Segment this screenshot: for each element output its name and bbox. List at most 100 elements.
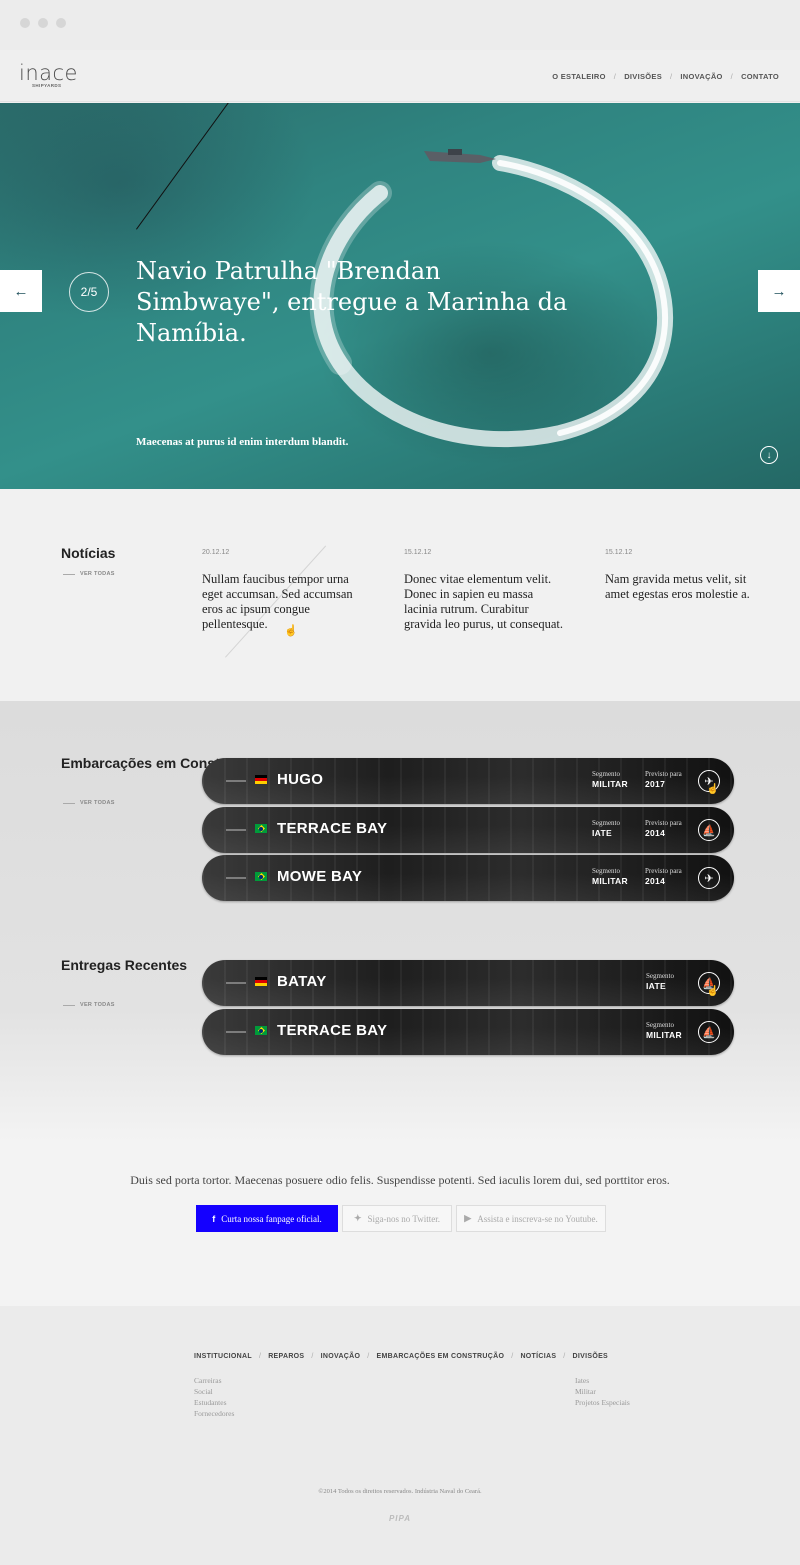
segment-value: IATE bbox=[646, 981, 666, 991]
footer-nav-noticias[interactable]: NOTÍCIAS bbox=[520, 1353, 556, 1360]
main-nav: O ESTALEIRO / DIVISÕES / INOVAÇÃO / CONT… bbox=[552, 72, 779, 81]
footer-nav-institucional[interactable]: INSTITUCIONAL bbox=[194, 1353, 252, 1360]
facebook-button-label: Curta nossa fanpage oficial. bbox=[221, 1213, 322, 1224]
vessel-row-batay[interactable]: BATAY Segmento IATE ⛵ ☝ bbox=[202, 960, 734, 1006]
news-item[interactable]: 15.12.12 Donec vitae elementum velit. Do… bbox=[404, 549, 569, 632]
hand-cursor-icon: ☝ bbox=[706, 986, 719, 997]
footer-link[interactable]: Carreiras bbox=[194, 1375, 234, 1386]
vessel-name: HUGO bbox=[277, 771, 324, 788]
news-title: Notícias bbox=[61, 545, 116, 561]
nav-item-contato[interactable]: CONTATO bbox=[741, 72, 779, 81]
logo[interactable]: inace bbox=[19, 61, 78, 85]
segment-value: MILITAR bbox=[646, 1030, 682, 1040]
vessel-forecast: Previsto para 2017 bbox=[645, 770, 682, 789]
vessel-row-mowe-bay[interactable]: MOWE BAY Segmento MILITAR Previsto para … bbox=[202, 855, 734, 901]
footer-institucional-links: Carreiras Social Estudantes Fornecedores bbox=[194, 1375, 234, 1419]
nav-item-estaleiro[interactable]: O ESTALEIRO bbox=[552, 72, 606, 81]
footer-nav-embarcacoes[interactable]: EMBARCAÇÕES EM CONSTRUÇÃO bbox=[377, 1353, 505, 1360]
news-see-all-link[interactable]: VER TODAS bbox=[63, 571, 115, 577]
news-item[interactable]: 15.12.12 Nam gravida metus velit, sit am… bbox=[605, 549, 770, 602]
next-slide-button[interactable]: → bbox=[758, 270, 800, 312]
news-date: 20.12.12 bbox=[202, 549, 230, 556]
segment-label: Segmento bbox=[592, 867, 620, 875]
news-headline[interactable]: Donec vitae elementum velit. Donec in sa… bbox=[404, 572, 569, 632]
footer-nav-divisoes[interactable]: DIVISÕES bbox=[573, 1353, 608, 1360]
footer-link[interactable]: Estudantes bbox=[194, 1397, 234, 1408]
vessel-detail-button[interactable]: ⛵ bbox=[698, 819, 720, 841]
vessel-dash bbox=[226, 780, 246, 782]
window-minimize-dot[interactable] bbox=[38, 18, 48, 28]
nav-separator: / bbox=[311, 1353, 314, 1360]
forecast-value: 2014 bbox=[645, 876, 666, 886]
copyright-text: ©2014 Todos os direitos reservados. Indú… bbox=[318, 1488, 482, 1495]
prev-slide-button[interactable]: ← bbox=[0, 270, 42, 312]
news-item[interactable]: 20.12.12 Nullam faucibus tempor urna ege… bbox=[202, 549, 367, 632]
segment-value: MILITAR bbox=[592, 876, 628, 886]
construction-see-all-link[interactable]: VER TODAS bbox=[63, 800, 115, 806]
twitter-button-label: Siga-nos no Twitter. bbox=[367, 1213, 440, 1224]
brazil-flag-icon bbox=[255, 872, 267, 881]
vessel-name: MOWE BAY bbox=[277, 868, 363, 885]
credit-logo[interactable]: PIPA bbox=[0, 1514, 800, 1523]
vessel-segment: Segmento MILITAR bbox=[592, 770, 628, 789]
window-close-dot[interactable] bbox=[20, 18, 30, 28]
forecast-label: Previsto para bbox=[645, 867, 682, 875]
deliveries-see-all-link[interactable]: VER TODAS bbox=[63, 1002, 115, 1008]
nav-separator: / bbox=[613, 72, 617, 81]
youtube-icon: ▶ bbox=[464, 1213, 472, 1223]
vessel-dash bbox=[226, 877, 246, 879]
brazil-flag-icon bbox=[255, 824, 267, 833]
nav-separator: / bbox=[367, 1353, 370, 1360]
vessel-segment: Segmento MILITAR bbox=[646, 1021, 682, 1040]
segment-label: Segmento bbox=[646, 1021, 674, 1029]
vessel-segment: Segmento MILITAR bbox=[592, 867, 628, 886]
vessel-detail-button[interactable]: ⛵ bbox=[698, 1021, 720, 1043]
news-headline[interactable]: Nam gravida metus velit, sit amet egesta… bbox=[605, 572, 770, 602]
vessel-name: TERRACE BAY bbox=[277, 820, 388, 837]
nav-separator: / bbox=[511, 1353, 514, 1360]
nav-item-divisoes[interactable]: DIVISÕES bbox=[624, 72, 662, 81]
nav-separator: / bbox=[670, 72, 673, 81]
hero-slider: ← → 2/5 Navio Patrulha "Brendan Simbwaye… bbox=[0, 103, 800, 489]
youtube-button[interactable]: ▶ Assista e inscreva-se no Youtube. bbox=[456, 1205, 606, 1232]
nav-item-inovacao[interactable]: INOVAÇÃO bbox=[680, 72, 722, 81]
news-date: 15.12.12 bbox=[404, 549, 432, 556]
slide-counter: 2/5 bbox=[69, 272, 109, 312]
social-section: Duis sed porta tortor. Maecenas posuere … bbox=[0, 1141, 800, 1306]
site-footer: INSTITUCIONAL / REPAROS / INOVAÇÃO / EMB… bbox=[0, 1306, 800, 1565]
germany-flag-icon bbox=[255, 775, 267, 784]
hero-title[interactable]: Navio Patrulha "Brendan Simbwaye", entre… bbox=[136, 256, 576, 349]
footer-nav-inovacao[interactable]: INOVAÇÃO bbox=[321, 1353, 361, 1360]
window-zoom-dot[interactable] bbox=[56, 18, 66, 28]
forecast-value: 2014 bbox=[645, 828, 666, 838]
footer-link[interactable]: Fornecedores bbox=[194, 1408, 234, 1419]
nav-separator: / bbox=[258, 1353, 262, 1360]
nav-separator: / bbox=[730, 72, 734, 81]
footer-link[interactable]: Social bbox=[194, 1386, 234, 1397]
news-headline[interactable]: Nullam faucibus tempor urna eget accumsa… bbox=[202, 572, 367, 632]
hand-cursor-icon: ☝ bbox=[284, 625, 298, 637]
vessel-row-terrace-bay[interactable]: TERRACE BAY Segmento IATE Previsto para … bbox=[202, 807, 734, 853]
vessel-dash bbox=[226, 1031, 246, 1033]
segment-label: Segmento bbox=[592, 819, 620, 827]
vessel-row-terrace-bay-delivered[interactable]: TERRACE BAY Segmento MILITAR ⛵ bbox=[202, 1009, 734, 1055]
facebook-button[interactable]: f Curta nossa fanpage oficial. bbox=[196, 1205, 338, 1232]
segment-value: MILITAR bbox=[592, 779, 628, 789]
youtube-button-label: Assista e inscreva-se no Youtube. bbox=[477, 1213, 598, 1224]
news-date: 15.12.12 bbox=[605, 549, 633, 556]
footer-link[interactable]: Militar bbox=[575, 1386, 630, 1397]
vessel-detail-button[interactable]: ✈ bbox=[698, 867, 720, 889]
vessel-row-hugo[interactable]: HUGO Segmento MILITAR Previsto para 2017… bbox=[202, 758, 734, 804]
footer-link[interactable]: Iates bbox=[575, 1375, 630, 1386]
deliveries-title: Entregas Recentes bbox=[61, 957, 188, 973]
vessel-name: TERRACE BAY bbox=[277, 1022, 388, 1039]
browser-chrome bbox=[0, 0, 800, 50]
footer-divisoes-links: Iates Militar Projetos Especiais bbox=[575, 1375, 630, 1408]
footer-link[interactable]: Projetos Especiais bbox=[575, 1397, 630, 1408]
facebook-icon: f bbox=[212, 1213, 216, 1224]
vessel-forecast: Previsto para 2014 bbox=[645, 867, 682, 886]
footer-nav-reparos[interactable]: REPAROS bbox=[268, 1353, 304, 1360]
scroll-down-icon[interactable]: ↓ bbox=[760, 446, 778, 464]
social-intro-text: Duis sed porta tortor. Maecenas posuere … bbox=[130, 1173, 670, 1187]
twitter-button[interactable]: ✦ Siga-nos no Twitter. bbox=[342, 1205, 452, 1232]
